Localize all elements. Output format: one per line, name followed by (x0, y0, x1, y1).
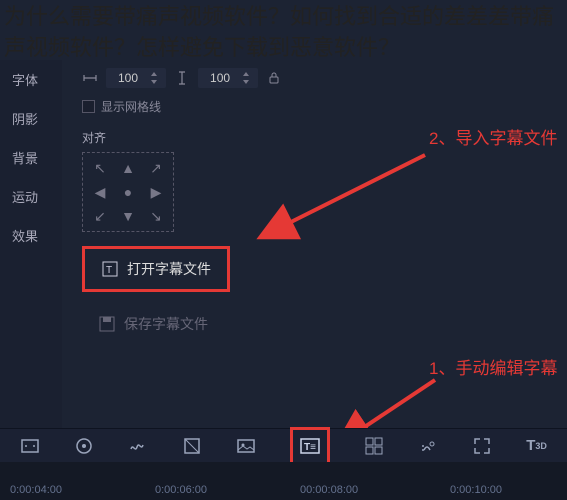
image-icon[interactable] (236, 434, 256, 458)
open-subtitle-label: 打开字幕文件 (127, 259, 211, 279)
height-icon (174, 70, 190, 86)
annotation-step-1: 1、手动编辑字幕 (429, 358, 559, 380)
svg-text:T: T (106, 265, 112, 276)
overlay-question-text: 为什么需要带痛声视频软件？如何找到合适的差差差带痛声视频软件？怎样避免下载到恶意… (0, 0, 567, 66)
time-mark: 0:00:04:00 (10, 484, 62, 496)
tab-font[interactable]: 字体 (0, 60, 62, 99)
save-subtitle-label: 保存字幕文件 (124, 314, 208, 334)
align-grid: ↖ ▲ ↗ ◀ ● ▶ ↙ ▼ ↘ (82, 152, 174, 232)
time-mark: 00:00:08:00 (300, 484, 358, 496)
checkbox-icon[interactable] (82, 100, 95, 113)
gridlines-checkbox-row[interactable]: 显示网格线 (82, 98, 547, 115)
save-subtitle-file-button: 保存字幕文件 (82, 306, 224, 342)
expand-icon[interactable] (472, 434, 492, 458)
align-bottom-right[interactable]: ↘ (143, 205, 169, 227)
stepper-icon[interactable] (146, 70, 162, 86)
stepper-icon[interactable] (238, 70, 254, 86)
align-bottom-center[interactable]: ▼ (115, 205, 141, 227)
align-top-center[interactable]: ▲ (115, 157, 141, 179)
open-subtitle-file-button[interactable]: T 打开字幕文件 (82, 246, 230, 292)
align-bottom-left[interactable]: ↙ (87, 205, 113, 227)
time-mark: 0:00:10:00 (450, 484, 502, 496)
align-middle-center[interactable]: ● (115, 181, 141, 203)
width-input[interactable]: 100 (106, 68, 166, 88)
timeline-ruler[interactable]: 0:00:04:00 0:00:06:00 00:00:08:00 0:00:1… (0, 462, 567, 500)
media-icon[interactable] (74, 434, 94, 458)
text-3d-icon[interactable]: T3D (526, 434, 547, 458)
bottom-toolbar: T≡ T3D (0, 428, 567, 462)
project-icon[interactable] (20, 434, 40, 458)
width-icon (82, 70, 98, 86)
left-tabs-panel: 字体 阴影 背景 运动 效果 (0, 60, 62, 430)
tab-background[interactable]: 背景 (0, 138, 62, 177)
time-mark: 0:00:06:00 (155, 484, 207, 496)
gridlines-label: 显示网格线 (101, 98, 161, 115)
subtitle-editor-icon[interactable]: T≡ (290, 427, 330, 465)
tab-effect[interactable]: 效果 (0, 216, 62, 255)
lock-icon[interactable] (266, 70, 282, 86)
color-icon[interactable] (182, 434, 202, 458)
text-file-icon: T (101, 260, 119, 278)
motion-icon[interactable] (418, 434, 438, 458)
grid-icon[interactable] (364, 434, 384, 458)
audio-icon[interactable] (128, 434, 148, 458)
tab-shadow[interactable]: 阴影 (0, 99, 62, 138)
annotation-step-2: 2、导入字幕文件 (429, 128, 559, 150)
align-middle-left[interactable]: ◀ (87, 181, 113, 203)
align-middle-right[interactable]: ▶ (143, 181, 169, 203)
svg-text:T≡: T≡ (304, 442, 316, 453)
size-row: 100 100 (82, 68, 547, 88)
align-top-left[interactable]: ↖ (87, 157, 113, 179)
tab-motion[interactable]: 运动 (0, 177, 62, 216)
save-file-icon (98, 315, 116, 333)
height-input[interactable]: 100 (198, 68, 258, 88)
align-top-right[interactable]: ↗ (143, 157, 169, 179)
